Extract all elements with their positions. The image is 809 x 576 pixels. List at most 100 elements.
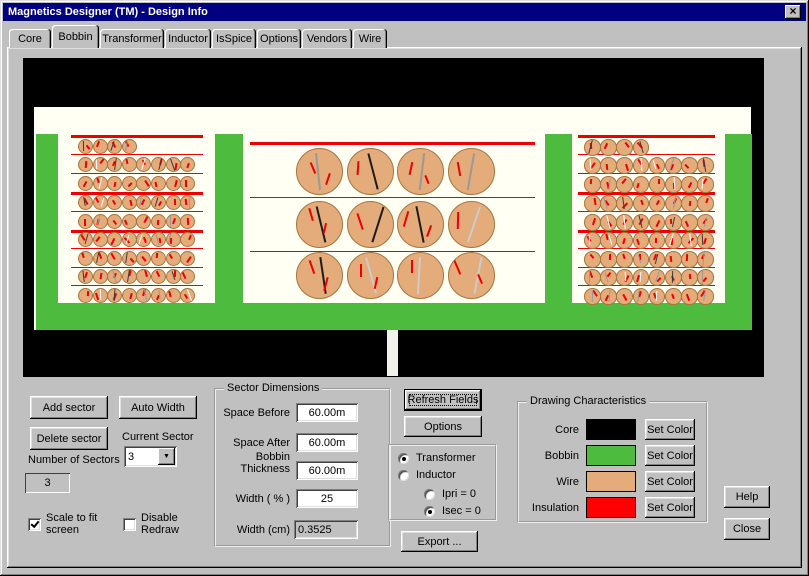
tab-transformer[interactable]: Transformer: [100, 29, 164, 48]
wire-mark: [125, 159, 128, 165]
wire-mark: [408, 162, 413, 175]
wire-mark: [641, 158, 643, 171]
wire-mark: [625, 272, 627, 281]
tab-bobbin[interactable]: Bobbin: [52, 25, 99, 48]
wire-mark: [110, 253, 115, 260]
wire-mark: [125, 252, 128, 263]
wire-turn: [93, 195, 108, 210]
wire-mark: [606, 215, 611, 229]
wire-mark: [129, 200, 132, 206]
wire-turn: [122, 195, 137, 210]
current-sector-dropdown[interactable]: 3 ▼: [124, 446, 177, 467]
wire-mark: [623, 215, 626, 229]
wire-mark: [129, 293, 132, 299]
wire-turn: [296, 148, 343, 195]
width-cm-label: Width (cm): [214, 524, 290, 536]
auto-width-button[interactable]: Auto Width: [119, 396, 197, 419]
tab-vendors[interactable]: Vendors: [302, 29, 352, 48]
disable-redraw-checkbox[interactable]: [123, 518, 136, 531]
scale-to-fit-checkbox[interactable]: [28, 518, 41, 531]
wire-turn: [616, 139, 633, 156]
window-close-button[interactable]: ×: [785, 5, 801, 19]
wire-turn: [697, 232, 714, 249]
wire-set-color-button[interactable]: Set Color: [645, 471, 695, 492]
wire-turn: [78, 176, 93, 191]
core-set-color-button[interactable]: Set Color: [645, 419, 695, 440]
wire-mark: [111, 238, 115, 245]
wire-turn: [649, 269, 666, 286]
wire-mark: [155, 182, 157, 187]
wire-mark: [186, 163, 189, 169]
wire-turn: [665, 157, 682, 174]
chevron-down-icon[interactable]: ▼: [158, 448, 175, 465]
bobbin-set-color-button[interactable]: Set Color: [645, 445, 695, 466]
wire-turn: [151, 288, 166, 303]
wire-turn: [448, 201, 495, 248]
title-bar[interactable]: Magnetics Designer (TM) - Design Info ×: [3, 3, 806, 21]
bobbin-cross-section-drawing: [23, 58, 764, 377]
wire-mark: [174, 199, 176, 205]
tab-options[interactable]: Options: [257, 29, 301, 48]
wire-mark: [186, 256, 191, 263]
export-button[interactable]: Export ...: [401, 531, 478, 552]
insulation-set-color-button[interactable]: Set Color: [645, 497, 695, 518]
space-after-field[interactable]: 60.00m: [296, 433, 358, 452]
wire-turn: [649, 214, 666, 231]
wire-turn: [93, 176, 108, 191]
tab-inductor[interactable]: Inductor: [165, 29, 211, 48]
wire-mark: [704, 290, 707, 301]
width-percent-field[interactable]: 25: [296, 489, 358, 508]
help-button[interactable]: Help: [724, 486, 770, 508]
wire-turn: [166, 214, 181, 229]
inductor-radio[interactable]: [398, 470, 409, 481]
tab-core[interactable]: Core: [9, 29, 51, 48]
wire-turn: [600, 288, 617, 305]
wire-turn: [600, 251, 617, 268]
wire-turn: [93, 157, 108, 172]
insulation-line: [71, 267, 203, 268]
wire-turn: [633, 269, 650, 286]
wire-turn: [633, 288, 650, 305]
refresh-fields-button[interactable]: Refresh Fields: [404, 389, 482, 411]
add-sector-button[interactable]: Add sector: [30, 396, 108, 419]
wire-mark: [636, 183, 639, 188]
wire-turn: [347, 148, 394, 195]
options-button[interactable]: Options: [404, 416, 482, 437]
tab-isspice[interactable]: IsSpice: [212, 29, 256, 48]
wire-turn: [122, 232, 137, 247]
wire-turn: [93, 269, 108, 284]
wire-turn: [166, 269, 181, 284]
wire-mark: [703, 158, 707, 172]
space-before-field[interactable]: 60.00m: [296, 403, 358, 422]
delete-sector-button[interactable]: Delete sector: [30, 427, 108, 450]
isec-radio[interactable]: [424, 506, 435, 517]
wire-turn: [122, 251, 137, 266]
number-of-sectors-value: 3: [25, 473, 70, 493]
transformer-radio[interactable]: [398, 453, 409, 464]
wire-mark: [85, 234, 89, 244]
wire-mark: [701, 234, 703, 245]
wire-mark: [188, 235, 191, 240]
close-button[interactable]: Close: [724, 518, 770, 540]
wire-turn: [93, 288, 108, 303]
wire-turn: [649, 251, 666, 268]
wire-mark: [96, 141, 100, 147]
wire-mark: [636, 239, 639, 245]
wire-turn: [166, 232, 181, 247]
radio-dot-icon: [428, 510, 432, 514]
wire-mark: [607, 272, 611, 277]
insulation-line: [250, 197, 535, 198]
wire-mark: [590, 159, 592, 170]
space-after-label: Space After: [214, 437, 290, 449]
radio-dot-icon: [402, 457, 406, 461]
wire-mark: [156, 253, 158, 258]
ipri-radio[interactable]: [424, 489, 435, 500]
wire-mark: [187, 218, 189, 225]
tab-wire[interactable]: Wire: [353, 29, 387, 48]
wire-mark: [114, 182, 116, 187]
bobbin-thickness-field[interactable]: 60.00m: [296, 461, 358, 480]
wire-mark: [687, 182, 691, 188]
wire-turn: [616, 251, 633, 268]
wire-turn: [584, 251, 601, 268]
wire-turn: [633, 139, 650, 156]
